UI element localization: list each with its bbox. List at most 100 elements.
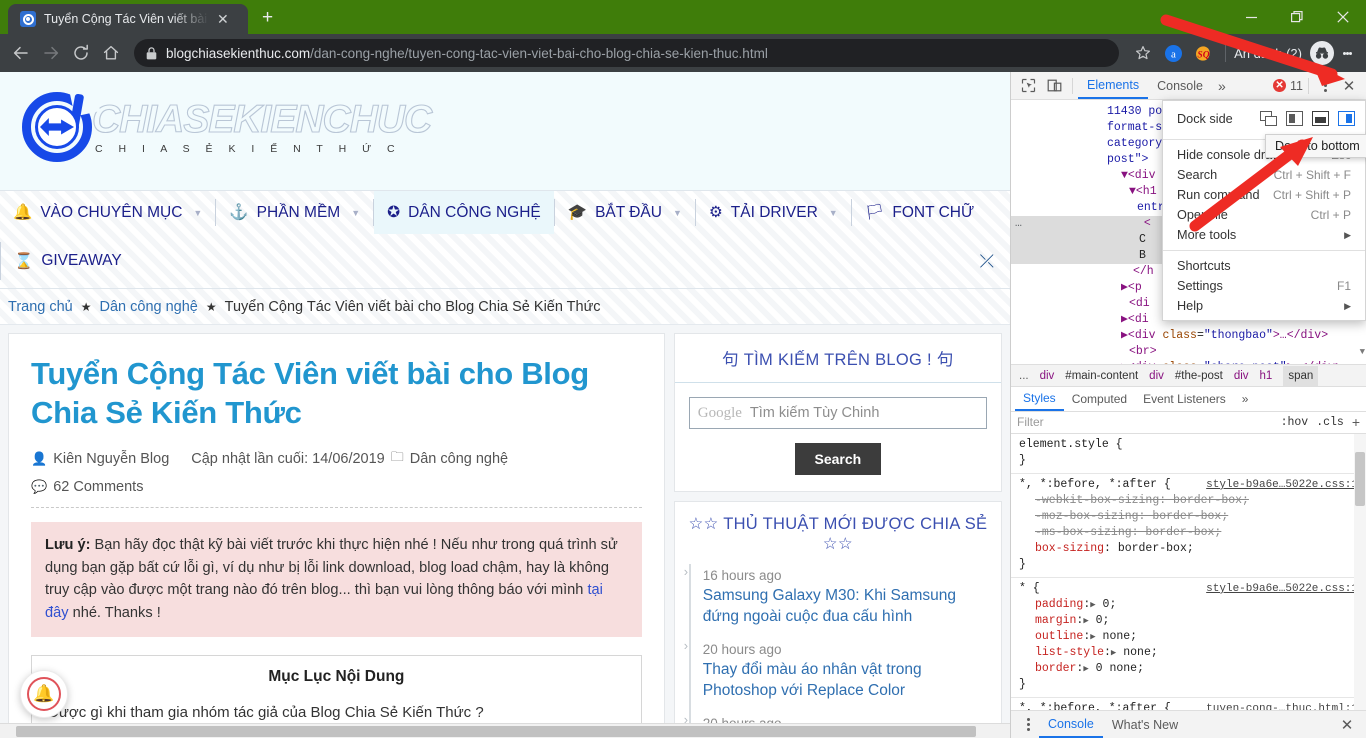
tab-elements[interactable]: Elements (1078, 72, 1149, 99)
page-horizontal-scrollbar[interactable] (0, 723, 1010, 738)
scroll-down-arrow-icon[interactable]: ▼ (1360, 344, 1365, 360)
style-rule[interactable]: *, *:before, *:after { style-b9a6e…5022e… (1011, 474, 1366, 578)
drawer-menu-icon[interactable] (1017, 714, 1039, 736)
shuffle-icon[interactable]: ⤫ (980, 251, 1010, 272)
drawer-tab-console[interactable]: Console (1039, 711, 1103, 738)
undock-into-separate-window-icon[interactable] (1260, 111, 1277, 126)
style-rule[interactable]: element.style { } (1011, 434, 1366, 474)
breadcrumb-home[interactable]: Trang chủ (8, 299, 73, 315)
style-prop[interactable]: list-style:▶ none; (1019, 645, 1358, 661)
close-icon[interactable] (1320, 0, 1366, 34)
search-button[interactable]: Search (794, 443, 882, 475)
menu-item-shortcuts[interactable]: Shortcuts (1163, 256, 1365, 276)
error-count-badge[interactable]: ✕ 11 (1273, 79, 1303, 93)
search-input[interactable]: Google Tìm kiếm Tùy Chinh (688, 397, 987, 429)
tab-computed[interactable]: Computed (1064, 387, 1135, 411)
cls-toggle[interactable]: .cls (1316, 416, 1344, 429)
address-bar[interactable]: blogchiasekienthuc.com/dan-cong-nghe/tuy… (134, 39, 1120, 67)
extension-sq-icon[interactable]: SQ (1189, 39, 1217, 67)
incognito-icon[interactable] (1310, 41, 1334, 65)
post-title[interactable]: Samsung Galaxy M30: Khi Samsung đứng ngo… (703, 586, 991, 628)
drawer-tab-whats-new[interactable]: What's New (1103, 711, 1187, 738)
scrollbar-thumb[interactable] (16, 726, 976, 737)
nav-item-dan-cong-nghe[interactable]: ✪ DÂN CÔNG NGHỆ (374, 191, 554, 234)
nav-item-bat-dau[interactable]: 🎓 BẮT ĐẦU ▼ (555, 191, 695, 234)
style-prop[interactable]: -moz-box-sizing: border-box; (1019, 509, 1358, 525)
breadcrumb-node[interactable]: div (1040, 368, 1055, 384)
nav-item-giveaway[interactable]: ⌛ GIVEAWAY (1, 240, 135, 283)
new-style-rule-button[interactable]: + (1352, 414, 1360, 430)
forward-arrow-icon[interactable] (36, 38, 66, 68)
toc-item[interactable]: Được gì khi tham gia nhóm tác giả của Bl… (48, 704, 625, 721)
reload-icon[interactable] (66, 38, 96, 68)
menu-item-search[interactable]: Search Ctrl + Shift + F (1163, 165, 1365, 185)
dock-to-left-icon[interactable] (1286, 111, 1303, 126)
dock-to-bottom-icon[interactable] (1312, 111, 1329, 126)
menu-item-help[interactable]: Help ▶ (1163, 296, 1365, 316)
rule-source-link[interactable]: tuyen-cong-…thuc.html:1 (1206, 701, 1358, 710)
scrollbar-thumb[interactable] (1355, 451, 1365, 506)
breadcrumb-node[interactable]: #main-content (1065, 368, 1138, 384)
style-rule[interactable]: * { style-b9a6e…5022e.css:1 padding:▶ 0;… (1011, 578, 1366, 698)
styles-scrollbar[interactable] (1354, 433, 1366, 710)
more-tabs-icon[interactable]: » (1212, 78, 1232, 94)
style-prop[interactable]: outline:▶ none; (1019, 629, 1358, 645)
style-prop[interactable]: box-sizing: border-box; (1019, 541, 1358, 557)
menu-item-open-file[interactable]: Open file Ctrl + P (1163, 205, 1365, 225)
extension-a-icon[interactable]: a (1159, 39, 1187, 67)
style-prop[interactable]: border:▶ 0 none; (1019, 661, 1358, 677)
list-item[interactable]: 16 hours ago Samsung Galaxy M30: Khi Sam… (683, 564, 991, 638)
close-drawer-icon[interactable]: ✕ (1334, 712, 1360, 738)
hov-toggle[interactable]: :hov (1281, 416, 1309, 429)
site-logo[interactable]: CHIASEKIENCHUC C H I A S Ẻ K I Ế N T H Ứ… (18, 87, 433, 166)
breadcrumb-category[interactable]: Dân công nghệ (100, 299, 198, 315)
rule-source-link[interactable]: style-b9a6e…5022e.css:1 (1206, 477, 1358, 493)
chrome-menu-icon[interactable] (1334, 39, 1360, 67)
styles-rules[interactable]: element.style { } *, *:before, *:after {… (1011, 433, 1366, 710)
nav-item-vao-chuyen-muc[interactable]: 🔔 VÀO CHUYÊN MỤC ▼ (0, 191, 215, 234)
nav-item-tai-driver[interactable]: ⚙ TẢI DRIVER ▼ (696, 191, 851, 234)
breadcrumb-node[interactable]: span (1283, 365, 1319, 386)
bookmark-star-icon[interactable] (1129, 39, 1157, 67)
more-tabs-icon[interactable]: » (1234, 387, 1257, 411)
error-count: 11 (1290, 78, 1303, 93)
post-title[interactable]: Thay đổi màu áo nhân vật trong Photoshop… (703, 660, 991, 702)
tab-console[interactable]: Console (1148, 72, 1212, 99)
profile-name[interactable]: Ẩn danh (2) (1234, 46, 1302, 61)
dock-to-right-icon[interactable] (1338, 111, 1355, 126)
inspect-element-icon[interactable] (1015, 73, 1041, 99)
back-arrow-icon[interactable] (6, 38, 36, 68)
device-toolbar-icon[interactable] (1041, 73, 1067, 99)
breadcrumb-node[interactable]: div (1149, 368, 1164, 384)
home-icon[interactable] (96, 38, 126, 68)
restore-icon[interactable] (1274, 0, 1320, 34)
kebab-menu-icon[interactable] (1314, 75, 1336, 97)
notification-bell-icon[interactable]: 🔔 (20, 670, 68, 718)
breadcrumb-node[interactable]: ... (1019, 368, 1029, 384)
style-prop[interactable]: -ms-box-sizing: border-box; (1019, 525, 1358, 541)
rule-source-link[interactable]: style-b9a6e…5022e.css:1 (1206, 581, 1358, 597)
nav-item-phan-mem[interactable]: ⚓ PHẦN MỀM ▼ (216, 191, 373, 234)
breadcrumb-node[interactable]: #the-post (1175, 368, 1223, 384)
browser-tab[interactable]: Tuyển Cộng Tác Viên viết bài cho ✕ (8, 4, 248, 34)
style-prop[interactable]: padding:▶ 0; (1019, 597, 1358, 613)
filter-input[interactable]: Filter (1017, 415, 1273, 429)
style-prop[interactable]: -webkit-box-sizing: border-box; (1019, 493, 1358, 509)
style-rule[interactable]: *, *:before, *:after { tuyen-cong-…thuc.… (1011, 698, 1366, 710)
chevron-down-icon: ▼ (193, 207, 203, 218)
breadcrumb-node[interactable]: div (1234, 368, 1249, 384)
close-icon[interactable]: ✕ (217, 12, 229, 26)
nav-item-font-chu[interactable]: 🏳 FONT CHỮ (852, 191, 988, 234)
menu-item-run-command[interactable]: Run command Ctrl + Shift + P (1163, 185, 1365, 205)
tab-styles[interactable]: Styles (1015, 387, 1064, 411)
list-item[interactable]: 20 hours ago Thay đổi màu áo nhân vật tr… (683, 637, 991, 712)
breadcrumb-node[interactable]: h1 (1260, 368, 1273, 384)
minimize-icon[interactable] (1228, 0, 1274, 34)
menu-item-settings[interactable]: Settings F1 (1163, 276, 1365, 296)
menu-item-more-tools[interactable]: More tools ▶ (1163, 225, 1365, 245)
style-prop[interactable]: margin:▶ 0; (1019, 613, 1358, 629)
recent-posts-title: ☆☆ THỦ THUẬT MỚI ĐƯỢC CHIA SẺ ☆☆ (688, 515, 988, 553)
new-tab-button[interactable]: + (262, 8, 273, 27)
close-devtools-icon[interactable]: ✕ (1336, 73, 1362, 99)
tab-event-listeners[interactable]: Event Listeners (1135, 387, 1234, 411)
